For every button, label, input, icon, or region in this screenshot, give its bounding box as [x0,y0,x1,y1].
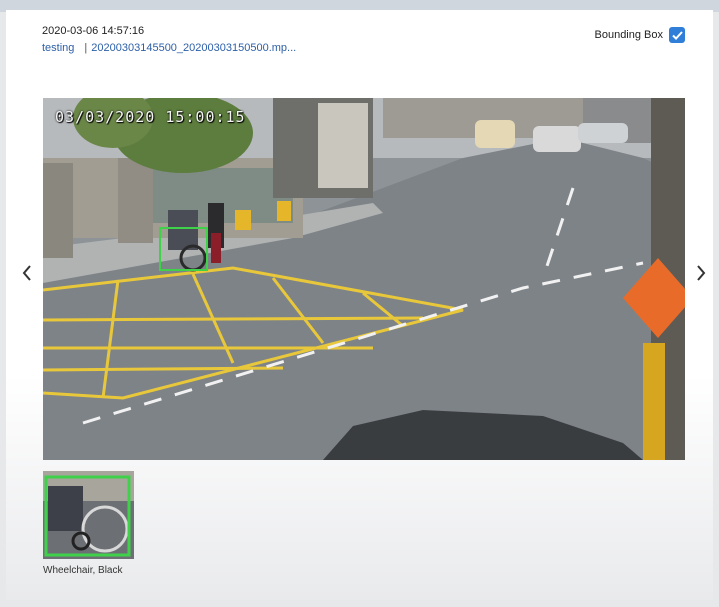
checkmark-icon [671,30,683,40]
detection-label: Wheelchair, Black [43,565,123,576]
bounding-box-label: Bounding Box [594,29,664,41]
chevron-right-icon [697,265,706,281]
bounding-box-toggle[interactable]: Bounding Box [594,27,685,43]
video-file-link[interactable]: 20200303145500_20200303150500.mp... [91,42,296,54]
separator: | [84,42,88,54]
camera-scene [43,98,685,460]
wheelchair-snapshot [43,471,134,559]
next-button[interactable] [690,258,712,288]
chevron-left-icon [22,265,31,281]
video-overlay-time: 03/03/2020 15:00:15 [55,108,246,126]
video-player[interactable]: 03/03/2020 15:00:15 [43,98,685,460]
detection-thumbnail[interactable] [43,471,134,559]
camera-link[interactable]: testing [42,42,74,54]
bounding-box-checkbox[interactable] [669,27,685,43]
event-source: testing | 20200303145500_20200303150500.mp… [42,42,296,54]
previous-button[interactable] [16,258,38,288]
event-timestamp: 2020-03-06 14:57:16 [42,25,145,37]
